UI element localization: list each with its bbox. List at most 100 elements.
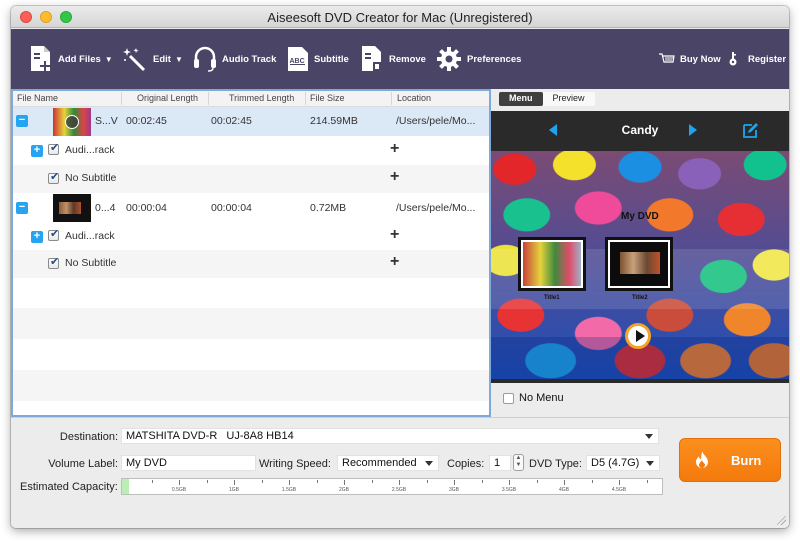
burn-button[interactable]: Burn [679,438,781,482]
audio-track-checkbox[interactable] [48,141,59,155]
capacity-tick [179,480,180,485]
tab-preview[interactable]: Preview [542,92,595,106]
subtitle-checkbox[interactable] [48,255,59,269]
chevron-down-icon [646,461,654,466]
audio-track-row: + Audi...rack + [13,136,489,165]
chevron-down-icon [645,434,653,439]
volume-label-input[interactable] [121,455,256,471]
resize-grip[interactable] [777,516,786,525]
title-bar: Aiseesoft DVD Creator for Mac (Unregiste… [11,6,789,28]
capacity-tick [371,480,373,483]
pause-icon[interactable] [65,115,79,129]
capacity-tick [454,480,455,485]
shopping-cart-icon [659,53,675,63]
window-title: Aiseesoft DVD Creator for Mac (Unregiste… [267,10,533,25]
subtitle-label: Subtitle [314,53,349,65]
capacity-tick-label: 2GB [338,487,350,493]
column-trimmed-length[interactable]: Trimmed Length [229,93,294,103]
edit-button[interactable]: Edit ▼ [122,29,183,89]
file-row[interactable]: − S...V 00:02:45 00:02:45 214.59MB /User… [13,107,489,136]
remove-button[interactable]: Remove [360,29,426,89]
capacity-tick [261,480,263,483]
estimated-capacity-label: Estimated Capacity: [20,481,118,493]
remove-label: Remove [389,53,426,65]
file-list: File Name Original Length Trimmed Length… [11,89,491,417]
destination-select[interactable]: MATSHITA DVD-R UJ-8A8 HB14 [121,428,659,444]
menu-title2-thumbnail[interactable] [605,237,673,291]
menu-title1-thumbnail[interactable] [518,237,586,291]
original-length: 00:02:45 [126,115,167,127]
menu-title2-label: Title2 [632,295,648,301]
buy-now-button[interactable]: Buy Now [659,29,721,89]
add-subtitle-icon[interactable]: + [390,253,399,271]
add-audio-track-icon[interactable]: + [390,226,399,244]
buy-now-label: Buy Now [680,53,721,65]
capacity-tick [591,480,593,483]
video-thumbnail [53,194,91,222]
edit-dropdown-icon[interactable]: ▼ [175,55,183,64]
expand-icon[interactable]: + [31,145,43,157]
gear-icon [437,47,461,71]
tab-menu[interactable]: Menu [499,92,543,106]
edit-label: Edit [153,53,171,65]
trimmed-length: 00:02:45 [211,115,252,127]
expand-icon[interactable]: + [31,231,43,243]
add-subtitle-icon[interactable]: + [390,168,399,186]
copies-label: Copies: [447,458,485,470]
capacity-tick-label: 1.5GB [281,487,297,493]
dvd-menu-title: My DVD [621,211,659,222]
capacity-tick-label: 3.5GB [501,487,517,493]
copies-stepper[interactable]: ▲ ▼ [513,454,524,471]
no-menu-label: No Menu [519,392,564,404]
video-thumbnail [53,108,91,136]
file-list-header: File Name Original Length Trimmed Length… [13,91,489,107]
app-window: Aiseesoft DVD Creator for Mac (Unregiste… [11,6,789,528]
next-theme-icon[interactable] [689,124,697,136]
copies-input[interactable] [489,455,511,471]
subtitle-button[interactable]: ABC Subtitle [287,29,349,89]
edit-menu-icon[interactable] [741,122,759,140]
file-location: /Users/pele/Mo... [396,202,476,214]
writing-speed-label: Writing Speed: [259,458,331,470]
destination-label: Destination: [59,431,118,443]
no-menu-checkbox[interactable]: No Menu [503,392,564,404]
checkbox-box[interactable] [503,392,514,404]
subtitle-name: No Subtitle [65,172,117,184]
collapse-icon[interactable]: − [16,202,28,214]
column-file-name[interactable]: File Name [17,93,58,103]
capacity-tick-label: 2.5GB [391,487,407,493]
register-label: Register [748,53,787,65]
burn-label: Burn [731,452,762,468]
preferences-button[interactable]: Preferences [436,29,521,89]
register-button[interactable]: Register [728,29,786,89]
chevron-down-icon [425,461,433,466]
play-icon[interactable] [625,323,651,349]
audio-track-checkbox[interactable] [48,227,59,241]
writing-speed-select[interactable]: Recommended [337,455,439,471]
column-original-length[interactable]: Original Length [137,93,198,103]
capacity-tick [151,480,153,483]
file-row[interactable]: − 0...4 00:00:04 00:00:04 0.72MB /Users/… [13,193,489,223]
audio-track-label: Audio Track [222,53,277,65]
dvd-type-select[interactable]: D5 (4.7G) [586,455,660,471]
add-files-button[interactable]: Add Files ▼ [29,29,113,89]
menu-theme-bar: Candy [491,111,789,151]
audio-track-name: Audi...rack [65,144,115,156]
capacity-used-fill [122,479,130,494]
capacity-tick-label: 0.5GB [171,487,187,493]
subtitle-row: No Subtitle + [13,165,489,193]
add-file-icon [31,46,50,71]
add-files-dropdown-icon[interactable]: ▼ [105,55,113,64]
volume-label-label: Volume Label: [48,458,118,470]
file-name: 0...4 [95,202,116,214]
add-audio-track-icon[interactable]: + [390,140,399,158]
column-file-size[interactable]: File Size [310,93,345,103]
toolbar: Add Files ▼ Edit ▼ Audio Track ABC Subti… [11,29,789,89]
column-location[interactable]: Location [397,93,431,103]
collapse-icon[interactable]: − [16,115,28,127]
audio-track-button[interactable]: Audio Track [193,29,276,89]
remove-file-icon [362,46,381,71]
capacity-tick-label: 4.5GB [611,487,627,493]
capacity-bar: 0.5GB 1GB 1.5GB 2GB 2.5GB 3GB 3.5GB 4GB 4.5GB [121,478,663,495]
subtitle-checkbox[interactable] [48,170,59,184]
